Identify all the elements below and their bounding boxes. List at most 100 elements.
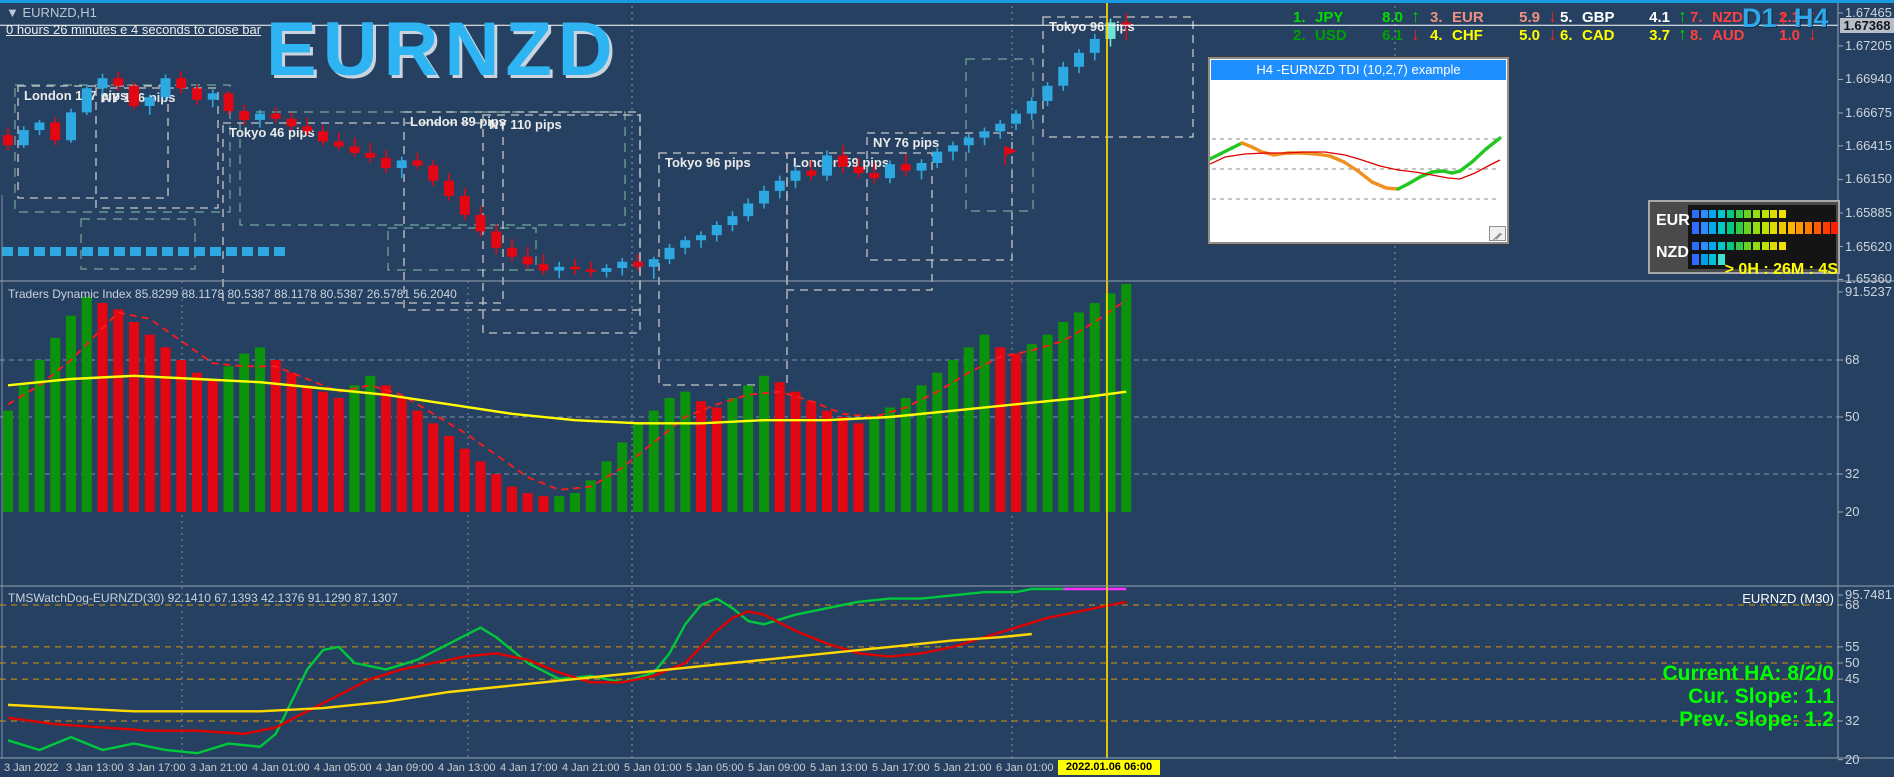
time-axis-label[interactable]: 4 Jan 01:00 [252,762,310,774]
time-axis-label[interactable]: 6 Jan 01:00 [996,762,1054,774]
candlestick [885,164,895,179]
candlestick [601,268,612,272]
tms-tick-label: 32 [1845,712,1860,728]
tdi-histogram-bar [585,480,596,513]
tdi-histogram-bar [66,315,76,513]
time-axis-label[interactable]: 4 Jan 21:00 [562,762,620,774]
price-tick-label: 1.65620 [1845,238,1892,254]
candlestick [318,131,328,142]
candlestick [570,266,580,270]
candlestick [932,151,943,163]
inset-price-line [1342,160,1360,173]
price-tick-label: 1.66415 [1845,137,1892,153]
price-tick-label: 1.66675 [1845,104,1892,120]
tdi-histogram-bar [223,366,234,513]
candlestick [428,165,439,181]
time-axis-label[interactable]: 4 Jan 09:00 [376,762,434,774]
tdi-histogram-bar [475,461,486,513]
tdi-inset-titlebar[interactable]: H4 -EURNZD TDI (10,2,7) example [1211,60,1506,80]
tdi-inset-window[interactable]: H4 -EURNZD TDI (10,2,7) example [1208,57,1509,244]
timeframe-button-d1[interactable]: D1 [1742,3,1777,34]
tdi-histogram-bar [81,296,92,513]
strength-segment [1709,222,1717,234]
tdi-histogram-bar [444,436,454,513]
time-axis-label[interactable]: 3 Jan 13:00 [66,762,124,774]
time-axis-label[interactable]: 5 Jan 01:00 [624,762,682,774]
time-axis-label[interactable]: 4 Jan 05:00 [314,762,372,774]
tdi-tick-label: 68 [1845,352,1860,367]
strength-segment [1805,222,1813,234]
tdi-histogram-bar [790,391,801,513]
tdi-histogram-bar [633,423,643,513]
tdi-histogram-bar [507,486,517,513]
tdi-histogram-bar [916,385,927,513]
strength-segment [1692,210,1699,218]
candlestick [34,122,45,131]
session-label: Tokyo 46 pips [229,125,315,140]
candlestick [475,214,486,232]
time-axis-label[interactable]: 3 Jan 2022 [4,762,58,774]
tdi-histogram-bar [727,398,738,513]
price-tick-label: 1.67205 [1845,37,1892,53]
tdi-histogram-bar [412,410,423,513]
tdi-histogram-bar [459,448,470,513]
tdi-histogram-bar [837,417,848,513]
symbol-timeframe-label: EURNZD,H1 [22,5,97,20]
candlestick [727,216,738,226]
time-axis-label[interactable]: 4 Jan 13:00 [438,762,496,774]
tdi-histogram-bar [365,375,376,513]
strength-segment [1744,242,1752,250]
tdi-histogram-bar [1089,302,1100,513]
tdi-histogram-bar [381,385,391,513]
time-axis-label[interactable]: 5 Jan 21:00 [934,762,992,774]
strength-segment [1735,210,1743,218]
time-axis-label[interactable]: 4 Jan 17:00 [500,762,558,774]
tdi-histogram-bar [774,382,785,513]
time-axis-label[interactable]: 3 Jan 17:00 [128,762,186,774]
inset-price-line [1470,147,1488,164]
collapse-arrow-icon[interactable]: ▼ [6,5,19,20]
tdi-histogram-bar [853,423,864,513]
inset-price-line [1406,175,1422,186]
candlestick [995,123,1006,132]
candlestick [522,256,533,265]
candlestick [979,131,990,138]
tdi-histogram-bar [664,398,675,513]
tdi-histogram-bar [948,360,958,513]
strength-segment [1761,242,1769,250]
candlestick [822,155,832,176]
candlestick [1011,113,1021,124]
tdi-baseline [7,374,1127,425]
chart-window-title[interactable]: ▼ EURNZD,H1 [6,5,97,20]
blue-dot-marker [66,247,77,256]
tdi-histogram-bar [113,309,124,513]
tdi-histogram-bar [570,493,580,513]
meter-label-eur: EUR [1656,212,1690,229]
tdi-histogram-bar [1074,312,1084,513]
blue-dot-marker [258,247,269,256]
time-axis-label[interactable]: 5 Jan 05:00 [686,762,744,774]
candlestick [1026,100,1037,114]
time-axis-label[interactable]: 5 Jan 17:00 [872,762,930,774]
tdi-histogram-bar [806,401,817,513]
time-axis-label[interactable]: 3 Jan 21:00 [190,762,248,774]
strength-segment [1718,222,1726,234]
tdi-histogram-bar [255,347,265,513]
timeframe-button-h4[interactable]: H4 [1794,3,1829,34]
tdi-histogram-bar [869,417,880,513]
inset-price-line [1370,180,1388,190]
time-axis-label[interactable]: 5 Jan 13:00 [810,762,868,774]
resize-grip-icon[interactable] [1489,226,1506,241]
strength-segment [1761,222,1769,234]
session-box [403,111,641,311]
time-axis-label[interactable]: 5 Jan 09:00 [748,762,806,774]
tdi-tick-label: 20 [1845,504,1860,519]
timeframe-trend-arrow-icon: ↑ [1779,8,1788,28]
tms-line-baseline [7,632,1032,713]
inset-price-line [1328,154,1346,164]
strength-segment [1726,222,1734,234]
candlestick [837,155,848,167]
inset-price-line [1356,169,1374,184]
blue-dot-marker [114,247,125,256]
candlestick [790,170,801,181]
